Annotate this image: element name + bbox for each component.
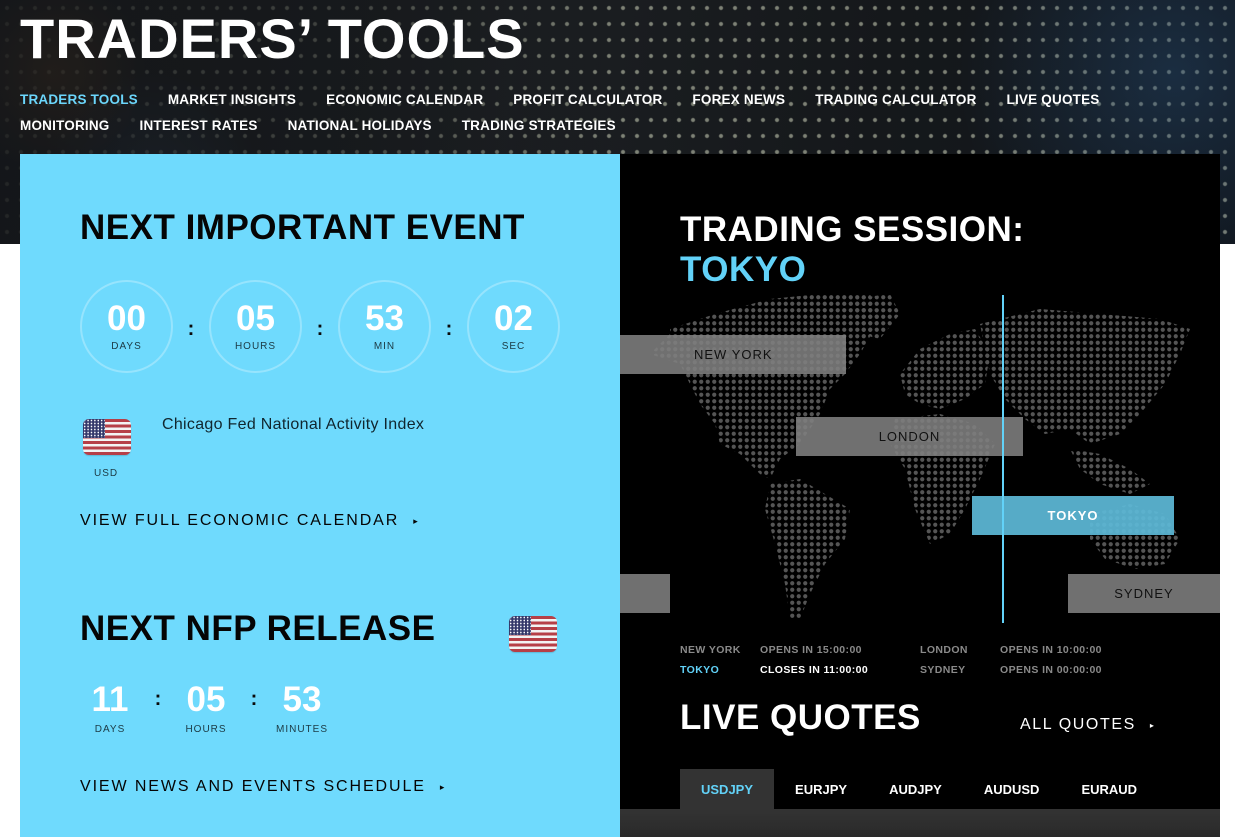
flag-canton	[509, 616, 531, 636]
status-time: OPENS IN 15:00:00	[760, 644, 862, 656]
current-time-indicator	[1002, 295, 1004, 623]
event-name: Chicago Fed National Activity Index	[162, 416, 425, 433]
nav-row-1: TRADERS TOOLS MARKET INSIGHTS ECONOMIC C…	[20, 86, 1170, 112]
event-currency: USD	[94, 468, 119, 479]
quote-tabs: USDJPY EURJPY AUDJPY AUDUSD EURAUD	[680, 769, 1158, 809]
status-city: TOKYO	[680, 664, 720, 676]
session-bar-sydney[interactable]: SYDNEY	[1068, 574, 1220, 613]
nfp-hours-label: HOURS	[185, 724, 227, 735]
map-south-america	[765, 479, 850, 619]
main-nav: TRADERS TOOLS MARKET INSIGHTS ECONOMIC C…	[20, 86, 1170, 138]
flag-canton	[83, 419, 105, 439]
us-flag-icon	[509, 616, 557, 652]
nav-live-quotes[interactable]: LIVE QUOTES	[1007, 92, 1100, 107]
next-event-title: NEXT IMPORTANT EVENT	[80, 208, 525, 247]
countdown-hours-label: HOURS	[234, 341, 277, 352]
trading-session-heading: TRADING SESSION:	[680, 210, 1025, 249]
session-bar-london[interactable]: LONDON	[796, 417, 1023, 456]
session-bar-sydney-wrap	[620, 574, 670, 613]
map-southeast-asia	[1070, 449, 1150, 494]
countdown-separator: :	[445, 318, 453, 340]
nav-market-insights[interactable]: MARKET INSIGHTS	[168, 92, 296, 107]
session-bar-new-york[interactable]: NEW YORK	[620, 335, 846, 374]
countdown-minutes: 53 MIN	[338, 280, 431, 373]
view-economic-calendar-link[interactable]: VIEW FULL ECONOMIC CALENDAR ▸	[80, 512, 420, 530]
countdown-hours-value: 05	[236, 299, 275, 338]
event-countdown: 00 DAYS : 05 HOURS : 53 MIN : 02 SEC	[80, 280, 560, 373]
tab-audjpy[interactable]: AUDJPY	[868, 769, 963, 809]
all-quotes-label: ALL QUOTES	[1020, 716, 1136, 733]
session-bar-label: SYDNEY	[1114, 586, 1174, 601]
nav-economic-calendar[interactable]: ECONOMIC CALENDAR	[326, 92, 483, 107]
nfp-minutes: 53 MINUTES	[276, 680, 327, 736]
nfp-days-label: DAYS	[94, 724, 126, 735]
nfp-countdown: 11 DAYS : 05 HOURS : 53 MINUTES	[88, 680, 328, 736]
page-title: TRADERS’ TOOLS	[20, 7, 525, 70]
nfp-title: NEXT NFP RELEASE	[80, 609, 436, 648]
next-event-panel: NEXT IMPORTANT EVENT 00 DAYS : 05 HOURS …	[20, 154, 620, 837]
countdown-seconds-label: SEC	[501, 341, 526, 352]
session-bar-label: TOKYO	[1047, 508, 1099, 523]
tab-euraud[interactable]: EURAUD	[1060, 769, 1158, 809]
nav-row-2: MONITORING INTEREST RATES NATIONAL HOLID…	[20, 112, 1170, 138]
session-bar-label: LONDON	[878, 429, 941, 444]
status-row: TOKYO CLOSES IN 11:00:00 SYDNEY OPENS IN…	[680, 660, 1160, 680]
map-europe	[900, 329, 990, 409]
nfp-hours: 05 HOURS	[184, 680, 228, 736]
nav-trading-strategies[interactable]: TRADING STRATEGIES	[462, 118, 616, 133]
tab-audusd[interactable]: AUDUSD	[963, 769, 1061, 809]
session-status-table: NEW YORK OPENS IN 15:00:00 LONDON OPENS …	[680, 640, 1160, 680]
status-time: OPENS IN 00:00:00	[1000, 664, 1102, 676]
view-news-schedule-label: VIEW NEWS AND EVENTS SCHEDULE	[80, 778, 426, 795]
status-time: OPENS IN 10:00:00	[1000, 644, 1102, 656]
arrow-right-icon: ▸	[413, 515, 420, 526]
tab-usdjpy[interactable]: USDJPY	[680, 769, 775, 809]
status-city: LONDON	[920, 644, 968, 656]
countdown-separator: :	[316, 318, 324, 340]
nfp-minutes-value: 53	[282, 680, 322, 719]
nfp-hours-value: 05	[186, 680, 226, 719]
live-quotes-title: LIVE QUOTES	[680, 698, 921, 737]
view-economic-calendar-label: VIEW FULL ECONOMIC CALENDAR	[80, 512, 400, 529]
nav-forex-news[interactable]: FOREX NEWS	[692, 92, 785, 107]
status-city: SYDNEY	[920, 664, 966, 676]
countdown-minutes-value: 53	[365, 299, 404, 338]
countdown-days: 00 DAYS	[80, 280, 173, 373]
nav-traders-tools[interactable]: TRADERS TOOLS	[20, 92, 138, 107]
nfp-days-value: 11	[91, 680, 129, 719]
nav-monitoring[interactable]: MONITORING	[20, 118, 110, 133]
status-city: NEW YORK	[680, 644, 741, 656]
countdown-separator: :	[187, 318, 195, 340]
countdown-seconds: 02 SEC	[467, 280, 560, 373]
tab-eurjpy[interactable]: EURJPY	[774, 769, 868, 809]
nav-trading-calculator[interactable]: TRADING CALCULATOR	[815, 92, 976, 107]
us-flag-icon	[83, 419, 131, 455]
countdown-seconds-value: 02	[494, 299, 533, 338]
nav-profit-calculator[interactable]: PROFIT CALCULATOR	[513, 92, 662, 107]
session-bar-label: NEW YORK	[694, 347, 773, 362]
status-time: CLOSES IN 11:00:00	[760, 664, 869, 676]
countdown-days-value: 00	[107, 299, 146, 338]
nav-interest-rates[interactable]: INTEREST RATES	[140, 118, 258, 133]
nav-national-holidays[interactable]: NATIONAL HOLIDAYS	[288, 118, 432, 133]
arrow-right-icon: ▸	[1149, 720, 1156, 730]
nfp-minutes-label: MINUTES	[276, 724, 328, 735]
view-news-schedule-link[interactable]: VIEW NEWS AND EVENTS SCHEDULE ▸	[80, 778, 446, 796]
trading-session-panel: TRADING SESSION: TOKYO NEW YORK LONDON T…	[620, 154, 1220, 837]
countdown-hours: 05 HOURS	[209, 280, 302, 373]
status-row: NEW YORK OPENS IN 15:00:00 LONDON OPENS …	[680, 640, 1160, 660]
current-session-name: TOKYO	[680, 250, 807, 289]
trading-session-title: TRADING SESSION: TOKYO	[680, 210, 1024, 290]
countdown-minutes-label: MIN	[373, 341, 396, 352]
quote-tab-content	[620, 809, 1220, 837]
arrow-right-icon: ▸	[439, 781, 447, 792]
nfp-days: 11 DAYS	[88, 680, 132, 736]
all-quotes-link[interactable]: ALL QUOTES ▸	[1020, 716, 1156, 734]
countdown-days-label: DAYS	[111, 341, 142, 352]
nfp-separator: :	[250, 688, 258, 710]
nfp-separator: :	[154, 688, 162, 710]
